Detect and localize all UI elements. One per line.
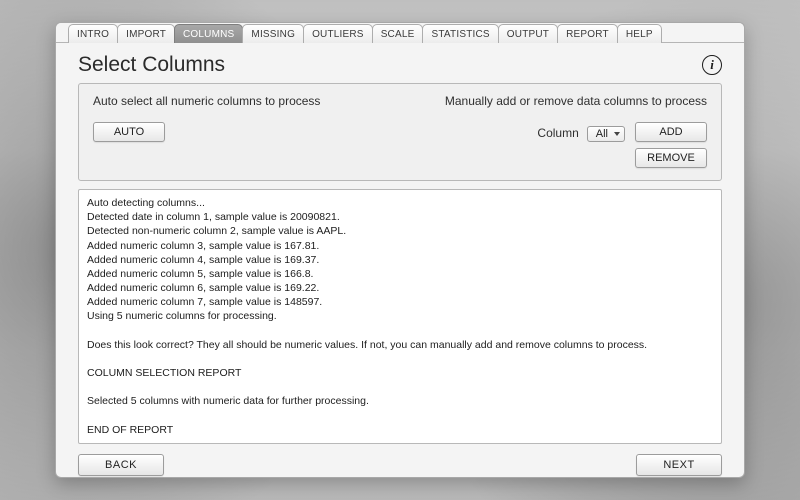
tab-missing[interactable]: MISSING — [242, 24, 304, 43]
footer-nav: BACK NEXT — [78, 444, 722, 476]
back-button[interactable]: BACK — [78, 454, 164, 476]
app-window: INTROIMPORTCOLUMNSMISSINGOUTLIERSSCALEST… — [55, 22, 745, 478]
auto-hint: Auto select all numeric columns to proce… — [93, 94, 320, 108]
column-select-wrap: All — [587, 124, 625, 142]
tab-columns[interactable]: COLUMNS — [174, 24, 243, 43]
manual-hint: Manually add or remove data columns to p… — [445, 94, 707, 108]
selection-panel: Auto select all numeric columns to proce… — [78, 83, 722, 181]
page-title: Select Columns — [78, 53, 225, 77]
column-select-group: Column All — [537, 124, 625, 142]
auto-button[interactable]: AUTO — [93, 122, 165, 142]
info-icon[interactable]: i — [702, 55, 722, 75]
log-output: Auto detecting columns... Detected date … — [78, 189, 722, 444]
tab-outliers[interactable]: OUTLIERS — [303, 24, 373, 43]
tab-report[interactable]: REPORT — [557, 24, 618, 43]
next-button[interactable]: NEXT — [636, 454, 722, 476]
tab-intro[interactable]: INTRO — [68, 24, 118, 43]
add-remove-stack: ADD REMOVE — [635, 122, 707, 168]
tab-scale[interactable]: SCALE — [372, 24, 424, 43]
add-button[interactable]: ADD — [635, 122, 707, 142]
right-controls: Column All ADD REMOVE — [537, 122, 707, 168]
content-area: Select Columns i Auto select all numeric… — [56, 43, 744, 478]
remove-button[interactable]: REMOVE — [635, 148, 707, 168]
panel-hints: Auto select all numeric columns to proce… — [93, 94, 707, 108]
panel-controls: AUTO Column All ADD REMOVE — [93, 122, 707, 168]
title-row: Select Columns i — [78, 51, 722, 83]
tab-output[interactable]: OUTPUT — [498, 24, 558, 43]
tab-bar: INTROIMPORTCOLUMNSMISSINGOUTLIERSSCALEST… — [56, 23, 744, 43]
tab-import[interactable]: IMPORT — [117, 24, 175, 43]
tab-help[interactable]: HELP — [617, 24, 662, 43]
column-select[interactable]: All — [587, 126, 625, 142]
tab-statistics[interactable]: STATISTICS — [422, 24, 498, 43]
column-label: Column — [537, 126, 578, 140]
